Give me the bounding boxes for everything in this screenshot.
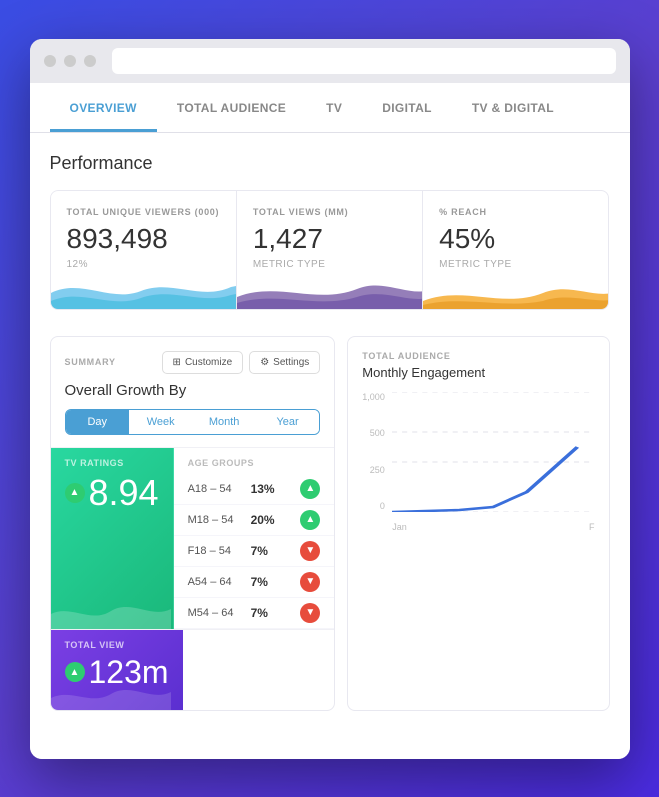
toggle-week[interactable]: Week: [129, 410, 192, 434]
age-groups-label: AGE GROUPS: [174, 448, 335, 474]
age-range-m54: M54 – 64: [188, 607, 243, 619]
age-arrow-a18: ▲: [300, 479, 320, 499]
age-row-f18: F18 – 54 7% ▼: [174, 536, 335, 567]
browser-window: OVERVIEW TOTAL AUDIENCE TV DIGITAL TV & …: [30, 39, 630, 759]
tab-tv[interactable]: TV: [306, 83, 362, 132]
tv-stats-row: TV RATINGS ▲ 8.94 AGE GROUPS A18: [51, 447, 335, 629]
tab-overview[interactable]: OVERVIEW: [50, 83, 157, 132]
y-label-500: 500: [370, 428, 385, 438]
metric-value-unique-viewers: 893,498: [67, 225, 220, 253]
settings-icon: ⚙: [260, 357, 269, 368]
total-view-wave: [51, 680, 171, 710]
settings-button[interactable]: ⚙ Settings: [249, 351, 320, 374]
settings-label: Settings: [273, 357, 309, 368]
total-view-label: TOTAL VIEW: [65, 640, 169, 650]
x-label-jan: Jan: [392, 522, 407, 532]
tv-wave: [51, 599, 171, 629]
customize-icon: ⊞: [173, 357, 181, 368]
chart-area: 1,000 500 250 0: [362, 392, 594, 532]
wave-unique-viewers: [51, 273, 237, 309]
customize-button[interactable]: ⊞ Customize: [162, 351, 244, 374]
tv-ratings-label: TV RATINGS: [65, 458, 159, 468]
metric-cards: TOTAL UNIQUE VIEWERS (000) 893,498 12% T…: [50, 190, 610, 310]
metric-sub-total-views: METRIC TYPE: [253, 259, 406, 270]
performance-section: Performance TOTAL UNIQUE VIEWERS (000) 8…: [30, 133, 630, 336]
tv-ratings-block: TV RATINGS ▲ 8.94: [51, 448, 174, 629]
tv-ratings-up-icon: ▲: [65, 483, 85, 503]
wave-total-views: [237, 273, 423, 309]
age-row-m54: M54 – 64 7% ▼: [174, 598, 335, 629]
tab-tv-digital[interactable]: TV & DIGITAL: [452, 83, 574, 132]
summary-panel: SUMMARY ⊞ Customize ⚙ Settings Overall G…: [50, 336, 336, 711]
metric-value-total-views: 1,427: [253, 225, 406, 253]
metric-card-reach: % REACH 45% METRIC TYPE: [423, 190, 609, 310]
toggle-month[interactable]: Month: [192, 410, 255, 434]
total-view-spacer: [183, 630, 335, 710]
y-label-1000: 1,000: [362, 392, 385, 402]
metric-value-reach: 45%: [439, 225, 592, 253]
age-range-a18: A18 – 54: [188, 483, 243, 495]
customize-label: Customize: [185, 357, 232, 368]
wave-reach: [423, 273, 609, 309]
tv-ratings-value: ▲ 8.94: [65, 472, 159, 514]
age-arrow-f18: ▼: [300, 541, 320, 561]
content-area: OVERVIEW TOTAL AUDIENCE TV DIGITAL TV & …: [30, 83, 630, 759]
metric-label-total-views: TOTAL VIEWS (MM): [253, 207, 406, 217]
age-groups-table: AGE GROUPS A18 – 54 13% ▲ M18 – 54 20% ▲: [174, 448, 335, 629]
total-view-row: TOTAL VIEW ▲ 123m: [51, 629, 335, 710]
metric-card-unique-viewers: TOTAL UNIQUE VIEWERS (000) 893,498 12%: [50, 190, 237, 310]
age-pct-f18: 7%: [251, 544, 293, 558]
bottom-panels: SUMMARY ⊞ Customize ⚙ Settings Overall G…: [30, 336, 630, 711]
tab-total-audience[interactable]: TOTAL AUDIENCE: [157, 83, 306, 132]
metric-label-reach: % REACH: [439, 207, 592, 217]
y-label-0: 0: [380, 501, 385, 511]
age-arrow-m18: ▲: [300, 510, 320, 530]
age-row-a18: A18 – 54 13% ▲: [174, 474, 335, 505]
chart-x-labels: Jan F: [392, 522, 594, 532]
browser-dot-red: [44, 55, 56, 67]
browser-bar: [30, 39, 630, 83]
performance-title: Performance: [50, 153, 610, 174]
audience-title: Monthly Engagement: [362, 365, 594, 380]
y-label-250: 250: [370, 465, 385, 475]
total-view-block: TOTAL VIEW ▲ 123m: [51, 630, 183, 710]
toggle-day[interactable]: Day: [66, 410, 129, 434]
age-pct-m54: 7%: [251, 606, 293, 620]
metric-label-unique-viewers: TOTAL UNIQUE VIEWERS (000): [67, 207, 220, 217]
metric-card-total-views: TOTAL VIEWS (MM) 1,427 METRIC TYPE: [237, 190, 423, 310]
tab-bar: OVERVIEW TOTAL AUDIENCE TV DIGITAL TV & …: [30, 83, 630, 133]
age-pct-a54: 7%: [251, 575, 293, 589]
age-arrow-m54: ▼: [300, 603, 320, 623]
age-range-m18: M18 – 54: [188, 514, 243, 526]
audience-label: TOTAL AUDIENCE: [362, 351, 594, 361]
age-pct-a18: 13%: [251, 482, 293, 496]
browser-dot-yellow: [64, 55, 76, 67]
period-toggle-group: Day Week Month Year: [65, 409, 321, 435]
age-range-f18: F18 – 54: [188, 545, 243, 557]
browser-address: [112, 48, 616, 74]
summary-label: SUMMARY: [65, 357, 116, 367]
age-arrow-a54: ▼: [300, 572, 320, 592]
summary-actions: ⊞ Customize ⚙ Settings: [162, 351, 321, 374]
chart-svg: [392, 392, 594, 512]
age-row-a54: A54 – 64 7% ▼: [174, 567, 335, 598]
metric-sub-unique-viewers: 12%: [67, 259, 220, 270]
audience-panel: TOTAL AUDIENCE Monthly Engagement 1,000 …: [347, 336, 609, 711]
toggle-year[interactable]: Year: [256, 410, 319, 434]
summary-header: SUMMARY ⊞ Customize ⚙ Settings: [51, 337, 335, 382]
chart-y-labels: 1,000 500 250 0: [362, 392, 389, 512]
age-row-m18: M18 – 54 20% ▲: [174, 505, 335, 536]
summary-title: Overall Growth By: [51, 382, 335, 409]
browser-dot-green: [84, 55, 96, 67]
age-pct-m18: 20%: [251, 513, 293, 527]
x-label-feb: F: [589, 522, 595, 532]
metric-sub-reach: METRIC TYPE: [439, 259, 592, 270]
age-range-a54: A54 – 64: [188, 576, 243, 588]
tab-digital[interactable]: DIGITAL: [362, 83, 452, 132]
